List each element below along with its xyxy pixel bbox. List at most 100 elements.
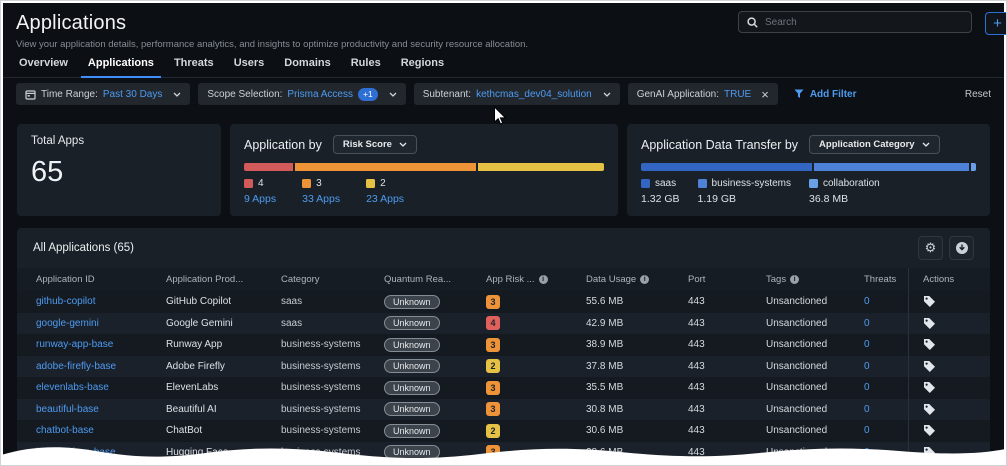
reset-button[interactable]: Reset	[965, 89, 991, 100]
table-header-row: Application ID Application Prod... Categ…	[17, 268, 990, 291]
col-header-application-product[interactable]: Application Prod...	[166, 274, 281, 285]
tags-cell: Unsanctioned	[766, 296, 864, 307]
table-row[interactable]: google-gemini Google Gemini saas Unknown…	[17, 313, 990, 335]
filter-chip-genai-application[interactable]: GenAI Application: TRUE ×	[628, 83, 778, 105]
threats-count-link[interactable]: 0	[864, 296, 908, 307]
apps-count-link[interactable]: 23 Apps	[366, 193, 404, 205]
data-usage-cell: 55.6 MB	[586, 296, 688, 307]
bar-segment-saas[interactable]	[641, 163, 812, 171]
legend-swatch	[809, 179, 818, 188]
app-id-link[interactable]: beautiful-base	[36, 404, 166, 415]
transfer-legend-item: collaboration 36.8 MB	[809, 178, 880, 205]
data-transfer-card: Application Data Transfer by Application…	[627, 124, 990, 216]
transfer-legend: saas 1.32 GB business-systems 1.19 GB co…	[641, 178, 976, 205]
tab-threats[interactable]: Threats	[171, 57, 217, 77]
col-header-app-risk[interactable]: App Risk ...i	[486, 274, 586, 285]
filter-chip-time-range[interactable]: Time Range: Past 30 Days	[16, 83, 190, 105]
tag-action-icon[interactable]	[923, 317, 936, 330]
col-header-category[interactable]: Category	[281, 274, 384, 285]
filter-value: Prisma Access	[287, 89, 353, 100]
threats-count-link[interactable]: 0	[864, 339, 908, 350]
info-icon[interactable]: i	[539, 275, 548, 284]
filter-label: GenAI Application:	[637, 89, 719, 100]
app-id-link[interactable]: elevenlabs-base	[36, 382, 166, 393]
add-button[interactable]: +	[985, 12, 1007, 35]
apps-count-link[interactable]: 33 Apps	[302, 193, 340, 205]
table-export-button[interactable]	[949, 236, 974, 260]
filter-chip-subtenant[interactable]: Subtenant: kethcmas_dev04_solution	[414, 83, 620, 105]
data-usage-cell: 30.6 MB	[586, 425, 688, 436]
legend-swatch	[698, 179, 707, 188]
search-icon	[747, 17, 758, 28]
search-input[interactable]	[765, 17, 963, 28]
app-id-link[interactable]: google-gemini	[36, 318, 166, 329]
bar-segment-4[interactable]	[244, 163, 293, 171]
app-product-cell: GitHub Copilot	[166, 296, 281, 307]
table-row[interactable]: beautiful-base Beautiful AI business-sys…	[17, 399, 990, 421]
filter-value: Past 30 Days	[103, 89, 162, 100]
tab-rules[interactable]: Rules	[348, 57, 384, 77]
tab-domains[interactable]: Domains	[281, 57, 333, 77]
search-box[interactable]	[738, 11, 972, 33]
app-id-link[interactable]: runway-app-base	[36, 339, 166, 350]
app-id-link[interactable]: github-copilot	[36, 296, 166, 307]
tags-cell: Unsanctioned	[766, 404, 864, 415]
app-window: Applications View your application detai…	[3, 3, 1004, 465]
app-id-link[interactable]: chatbot-base	[36, 425, 166, 436]
tag-action-icon[interactable]	[923, 295, 936, 308]
tag-action-icon[interactable]	[923, 424, 936, 437]
tag-action-icon[interactable]	[923, 338, 936, 351]
tag-action-icon[interactable]	[923, 403, 936, 416]
table-row[interactable]: github-copilot GitHub Copilot saas Unkno…	[17, 291, 990, 313]
threats-count-link[interactable]: 0	[864, 361, 908, 372]
bar-segment-business-systems[interactable]	[814, 163, 969, 171]
tab-applications[interactable]: Applications	[85, 57, 157, 77]
data-usage-cell: 37.8 MB	[586, 361, 688, 372]
tab-regions[interactable]: Regions	[398, 57, 447, 77]
legend-swatch	[641, 179, 650, 188]
info-icon[interactable]: i	[640, 275, 649, 284]
transfer-value: 1.32 GB	[641, 193, 680, 205]
col-header-application-id[interactable]: Application ID	[36, 274, 166, 285]
screenshot-frame: Applications View your application detai…	[0, 0, 1007, 466]
tag-action-icon[interactable]	[923, 360, 936, 373]
table-row[interactable]: runway-app-base Runway App business-syst…	[17, 334, 990, 356]
risk-score-selector[interactable]: Risk Score	[333, 135, 417, 154]
table-row[interactable]: chatbot-base ChatBot business-systems Un…	[17, 420, 990, 442]
threats-count-link[interactable]: 0	[864, 318, 908, 329]
risk-score-stacked-bar	[244, 163, 604, 171]
threats-count-link[interactable]: 0	[864, 404, 908, 415]
col-header-data-usage[interactable]: Data Usagei	[586, 274, 688, 285]
app-id-link[interactable]: adobe-firefly-base	[36, 361, 166, 372]
filter-chip-scope-selection[interactable]: Scope Selection: Prisma Access +1	[198, 83, 405, 105]
table-body: github-copilot GitHub Copilot saas Unkno…	[17, 291, 990, 463]
tag-action-icon[interactable]	[923, 381, 936, 394]
tab-users[interactable]: Users	[231, 57, 268, 77]
threats-count-link[interactable]: 0	[864, 382, 908, 393]
category-cell: business-systems	[281, 425, 384, 436]
info-icon[interactable]: i	[790, 275, 799, 284]
col-header-quantum-readiness[interactable]: Quantum Rea...	[384, 274, 486, 285]
app-product-cell: ChatBot	[166, 425, 281, 436]
bar-segment-collaboration[interactable]	[971, 163, 976, 171]
data-usage-cell: 38.9 MB	[586, 339, 688, 350]
col-header-port[interactable]: Port	[688, 274, 766, 285]
table-settings-button[interactable]: ⚙	[918, 236, 943, 260]
col-header-threats[interactable]: Threats	[864, 274, 908, 285]
close-icon[interactable]: ×	[761, 88, 769, 101]
apps-count-link[interactable]: 9 Apps	[244, 193, 276, 205]
category-selector[interactable]: Application Category	[809, 135, 940, 154]
bar-segment-3[interactable]	[295, 163, 476, 171]
risk-badge: 3	[486, 338, 500, 352]
summary-cards: Total Apps 65 Application by Risk Score …	[3, 111, 1004, 216]
add-filter-button[interactable]: Add Filter	[794, 89, 857, 100]
tags-cell: Unsanctioned	[766, 318, 864, 329]
table-row[interactable]: elevenlabs-base ElevenLabs business-syst…	[17, 377, 990, 399]
col-header-tags[interactable]: Tagsi	[766, 274, 864, 285]
risk-legend-item: 2 23 Apps	[366, 178, 404, 205]
table-row[interactable]: adobe-firefly-base Adobe Firefly busines…	[17, 356, 990, 378]
tab-overview[interactable]: Overview	[16, 57, 71, 77]
bar-segment-2[interactable]	[478, 163, 604, 171]
chevron-down-icon	[399, 142, 407, 147]
threats-count-link[interactable]: 0	[864, 425, 908, 436]
